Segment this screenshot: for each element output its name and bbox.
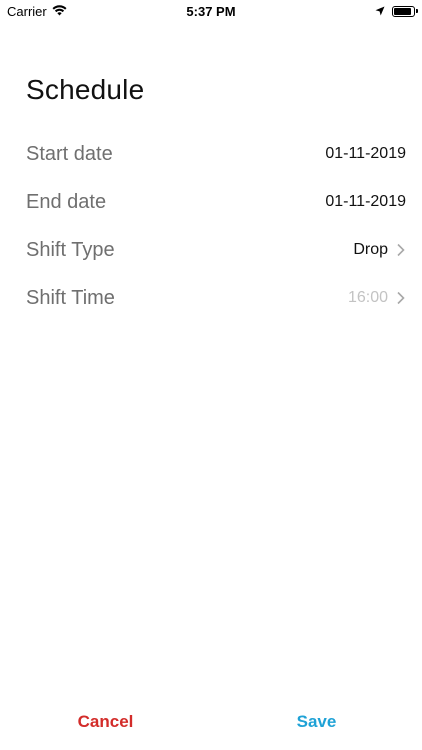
start-date-value: 01-11-2019 (325, 145, 406, 162)
shift-time-value: 16:00 (347, 289, 388, 306)
battery-icon (392, 5, 418, 17)
wifi-icon (52, 4, 67, 19)
cancel-button[interactable]: Cancel (0, 694, 211, 750)
start-date-value-wrap: 01-11-2019 (325, 145, 406, 163)
end-date-row[interactable]: End date 01-11-2019 (0, 178, 422, 226)
shift-time-value-wrap: 16:00 (348, 289, 406, 307)
shift-time-row[interactable]: Shift Time 16:00 (0, 274, 422, 322)
chevron-right-icon (396, 291, 406, 305)
action-bar: Cancel Save (0, 694, 422, 750)
status-left: Carrier (7, 4, 67, 19)
status-right (375, 4, 418, 19)
end-date-value-wrap: 01-11-2019 (325, 193, 406, 211)
chevron-right-icon (396, 243, 406, 257)
shift-type-value-wrap: Drop (353, 241, 406, 259)
start-date-label: Start date (26, 142, 113, 165)
schedule-form: Start date 01-11-2019 End date 01-11-201… (0, 130, 422, 322)
shift-type-row[interactable]: Shift Type Drop (0, 226, 422, 274)
status-bar: Carrier 5:37 PM (0, 0, 422, 22)
shift-type-value: Drop (353, 241, 388, 258)
end-date-label: End date (26, 190, 107, 213)
end-date-value: 01-11-2019 (325, 193, 406, 210)
start-date-row[interactable]: Start date 01-11-2019 (0, 130, 422, 178)
save-button[interactable]: Save (211, 694, 422, 750)
battery-fill (394, 7, 412, 15)
carrier-label: Carrier (7, 3, 47, 19)
shift-time-label: Shift Time (26, 286, 115, 309)
shift-type-label: Shift Type (26, 238, 115, 261)
schedule-screen: Carrier 5:37 PM Schedule Start date 01-1… (0, 0, 422, 750)
location-arrow-icon (375, 4, 385, 19)
page-title: Schedule (26, 74, 145, 105)
